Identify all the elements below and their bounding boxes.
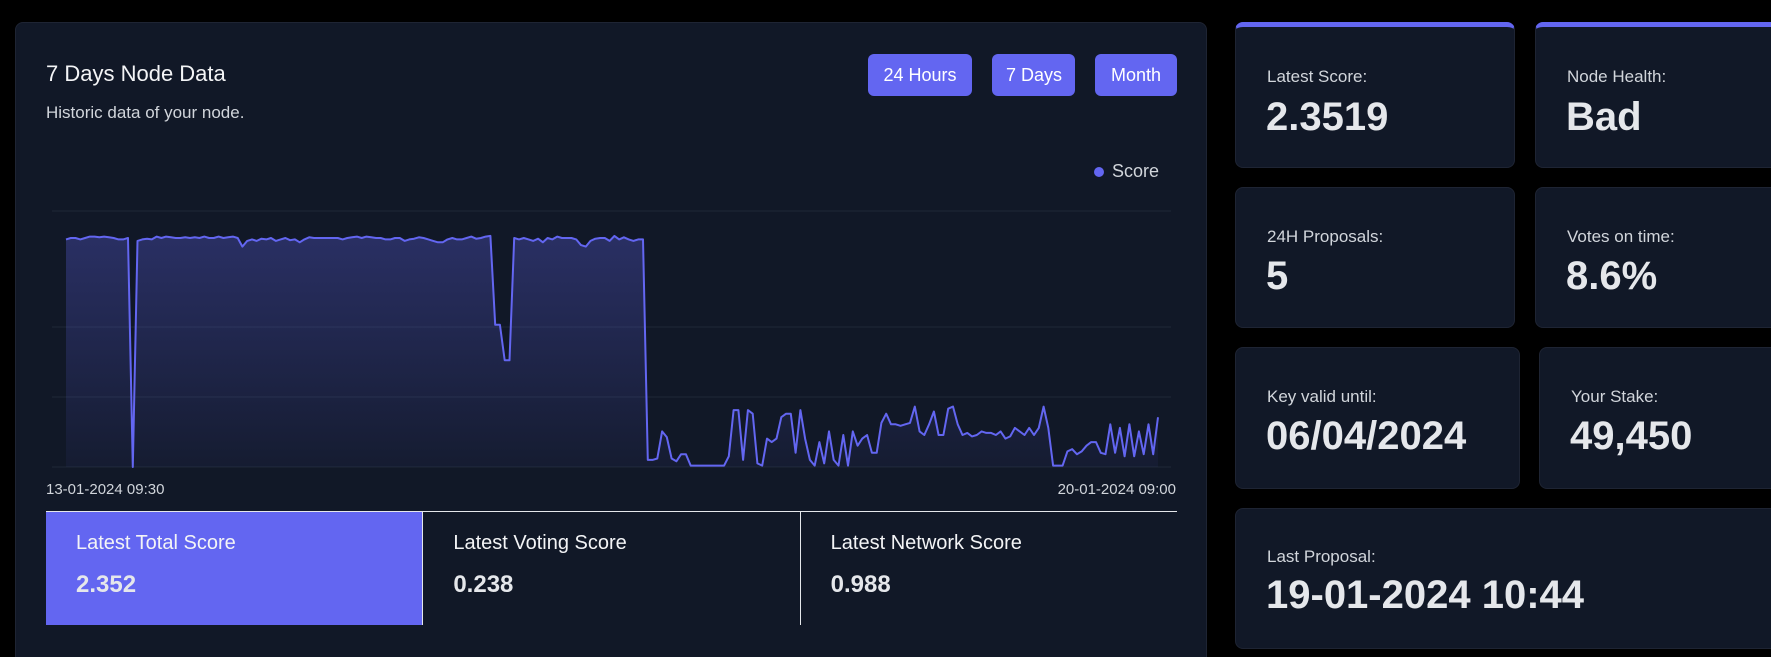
stat-label: Votes on time: [1567, 227, 1675, 246]
proposals-card: 24H Proposals: 5 [1235, 187, 1515, 328]
summary-label: Latest Voting Score [453, 532, 627, 554]
stat-value: Bad [1566, 95, 1642, 139]
score-area [66, 235, 1158, 467]
stat-value: 06/04/2024 [1266, 414, 1467, 458]
node-data-card: 7 Days Node Data Historic data of your n… [15, 22, 1207, 657]
stat-value: 8.6% [1566, 254, 1658, 298]
summary-label: Latest Total Score [76, 532, 236, 554]
your-stake-card: Your Stake: 49,450 [1539, 347, 1771, 489]
summary-label: Latest Network Score [830, 532, 1022, 554]
summary-voting-score[interactable]: Latest Voting Score 0.238 [422, 512, 799, 625]
last-proposal-card: Last Proposal: 19-01-2024 10:44 [1235, 508, 1771, 649]
stat-value: 5 [1266, 254, 1289, 298]
stat-label: Your Stake: [1571, 387, 1659, 406]
latest-score-card: Latest Score: 2.3519 [1235, 22, 1515, 168]
stat-label: 24H Proposals: [1267, 227, 1384, 246]
score-chart [52, 210, 1171, 468]
stat-label: Node Health: [1567, 67, 1667, 86]
stat-label: Key valid until: [1267, 387, 1377, 406]
votes-on-time-card: Votes on time: 8.6% [1535, 187, 1771, 328]
summary-value: 0.238 [453, 571, 514, 598]
stat-value: 19-01-2024 10:44 [1266, 573, 1585, 617]
stat-label: Latest Score: [1267, 67, 1368, 86]
x-axis-start-label: 13-01-2024 09:30 [46, 481, 165, 498]
summary-total-score[interactable]: Latest Total Score 2.352 [46, 512, 423, 625]
node-health-card: Node Health: Bad [1535, 22, 1771, 168]
summary-value: 2.352 [76, 571, 137, 598]
stat-label: Last Proposal: [1267, 547, 1376, 566]
key-valid-card: Key valid until: 06/04/2024 [1235, 347, 1520, 489]
x-axis-end-label: 20-01-2024 09:00 [1057, 481, 1176, 498]
stat-value: 2.3519 [1266, 95, 1389, 139]
summary-value: 0.988 [830, 571, 891, 598]
summary-network-score[interactable]: Latest Network Score 0.988 [799, 512, 1177, 625]
stat-value: 49,450 [1570, 414, 1693, 458]
score-summary: Latest Total Score 2.352 Latest Voting S… [46, 511, 1177, 625]
